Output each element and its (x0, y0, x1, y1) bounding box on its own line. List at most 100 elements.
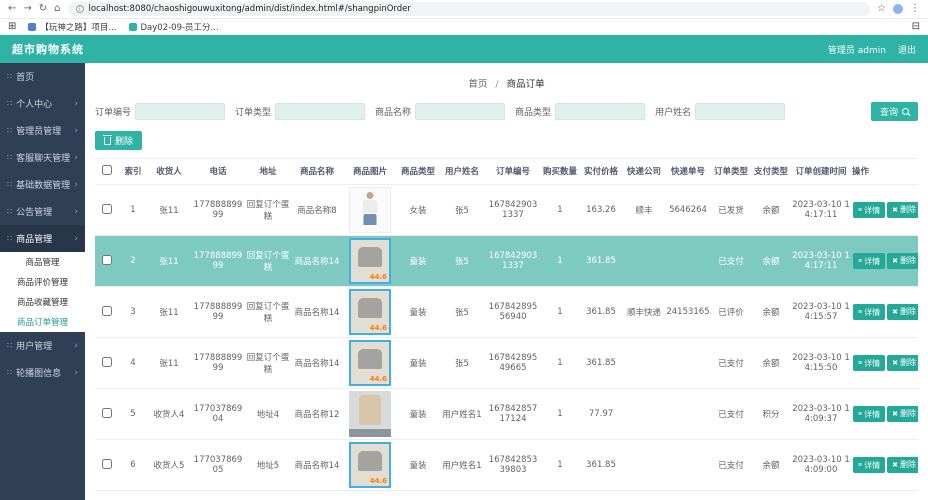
sidebar-item[interactable]: ∷轮播图信息› (0, 359, 85, 386)
cell-order-type: 已支付 (711, 236, 751, 287)
sidebar-item[interactable]: ∷用户管理› (0, 332, 85, 359)
cell-index: 6 (119, 440, 147, 491)
search-field-group: 商品名称 (375, 103, 505, 120)
cell-address: 回复订个蛋糕 (245, 185, 291, 236)
delete-button[interactable]: ✖删除 (887, 457, 918, 473)
cell-order-type: 已支付 (711, 389, 751, 440)
delete-button[interactable]: ✖删除 (887, 304, 918, 320)
breadcrumb-home[interactable]: 首页 (468, 79, 487, 90)
bookmark-star-icon[interactable]: ☆ (877, 4, 886, 14)
menu-grid-icon: ∷ (7, 341, 12, 350)
sidebar-item[interactable]: ∷个人中心› (0, 90, 85, 117)
column-header: 实付价格 (579, 159, 623, 185)
search-field-group: 订单类型 (235, 103, 365, 120)
cell-user-name: 用户姓名1 (439, 440, 485, 491)
search-field-label: 订单类型 (235, 105, 271, 118)
row-checkbox[interactable] (102, 204, 112, 214)
product-image[interactable] (349, 391, 391, 437)
search-input[interactable] (695, 103, 785, 120)
browser-menu-icon[interactable]: ⋮ (910, 4, 920, 14)
sidebar-subitem[interactable]: 商品管理 (0, 252, 85, 272)
menu-grid-icon: ∷ (7, 234, 12, 243)
logout-button[interactable]: 退出 (898, 43, 916, 56)
sidebar-item[interactable]: ∷首页 (0, 63, 85, 90)
sidebar-item[interactable]: ∷公告管理› (0, 198, 85, 225)
search-input[interactable] (135, 103, 225, 120)
search-input[interactable] (275, 103, 365, 120)
column-header: 购买数量 (541, 159, 579, 185)
cell-product-name: 商品名称12 (291, 389, 343, 440)
detail-button[interactable]: ≡详情 (853, 304, 885, 320)
back-icon[interactable]: ← (8, 4, 16, 14)
delete-button[interactable]: 删除 (95, 131, 142, 150)
cell-product-type: 童装 (397, 440, 439, 491)
delete-button[interactable]: ✖删除 (887, 355, 918, 371)
search-input[interactable] (415, 103, 505, 120)
reading-list-icon[interactable]: ⊟ (912, 22, 920, 32)
refresh-icon[interactable]: ↻ (39, 4, 47, 14)
product-image[interactable] (349, 238, 391, 284)
sidebar-subitem[interactable]: 商品收藏管理 (0, 292, 85, 312)
chevron-right-icon: › (74, 234, 78, 244)
cell-created: 2023-03-10 14:15:57 (791, 287, 851, 338)
main-content: 首页 / 商品订单 订单编号订单类型商品名称商品类型用户姓名 查询 删除 索引收… (85, 63, 928, 500)
bookmarks-bar: ⊞ 【玩神之路】项目... Day02-09-员工分... ⊟ (0, 19, 928, 35)
detail-button[interactable]: ≡详情 (853, 355, 885, 371)
row-checkbox[interactable] (102, 357, 112, 367)
cell-order-no: 16784289549665 (485, 338, 541, 389)
detail-button[interactable]: ≡详情 (853, 406, 885, 422)
sidebar-item[interactable]: ∷管理员管理› (0, 117, 85, 144)
forward-icon[interactable]: → (23, 4, 31, 14)
chevron-right-icon: › (74, 368, 78, 378)
cell-created: 2023-03-10 14:09:37 (791, 389, 851, 440)
trash-icon: ✖ (892, 308, 898, 316)
sidebar-item[interactable]: ∷客服聊天管理› (0, 144, 85, 171)
list-icon: ≡ (858, 207, 862, 214)
cell-express-company (623, 440, 665, 491)
order-table-body: 1张1117788889999回复订个蛋糕商品名称8女装张51678429031… (95, 185, 918, 491)
cell-phone: 17788889999 (191, 287, 245, 338)
delete-button[interactable]: ✖删除 (887, 202, 918, 218)
product-image[interactable] (349, 187, 391, 233)
product-image[interactable] (349, 289, 391, 335)
search-input[interactable] (555, 103, 645, 120)
row-checkbox[interactable] (102, 306, 112, 316)
product-image[interactable] (349, 340, 391, 386)
detail-button[interactable]: ≡详情 (853, 253, 885, 269)
home-icon[interactable]: ⌂ (54, 4, 60, 14)
site-info-icon[interactable]: i (76, 5, 84, 13)
search-button[interactable]: 查询 (871, 102, 918, 121)
sidebar-subitem[interactable]: 商品评价管理 (0, 272, 85, 292)
sidebar-item[interactable]: ∷基础数据管理› (0, 171, 85, 198)
profile-avatar[interactable] (893, 4, 903, 14)
sidebar-subitem[interactable]: 商品订单管理 (0, 312, 85, 332)
detail-button[interactable]: ≡详情 (853, 457, 885, 473)
cell-product-name: 商品名称14 (291, 236, 343, 287)
cell-product-type: 女装 (397, 185, 439, 236)
select-all-checkbox[interactable] (102, 165, 112, 175)
cell-phone: 17788889999 (191, 236, 245, 287)
cell-price: 163.26 (579, 185, 623, 236)
detail-button[interactable]: ≡详情 (853, 202, 885, 218)
row-checkbox[interactable] (102, 255, 112, 265)
delete-button[interactable]: ✖删除 (887, 406, 918, 422)
delete-button[interactable]: ✖删除 (887, 253, 918, 269)
cell-express-no (665, 440, 711, 491)
cell-created: 2023-03-10 14:17:11 (791, 236, 851, 287)
trash-icon: ✖ (892, 206, 898, 214)
sidebar-item[interactable]: ∷商品管理› (0, 225, 85, 252)
apps-grid-icon[interactable]: ⊞ (8, 22, 16, 32)
row-checkbox[interactable] (102, 459, 112, 469)
row-checkbox[interactable] (102, 408, 112, 418)
address-bar[interactable]: i localhost:8080/chaoshigouwuxitong/admi… (68, 2, 871, 16)
cell-qty: 1 (541, 440, 579, 491)
cell-product-name: 商品名称14 (291, 338, 343, 389)
product-image[interactable] (349, 442, 391, 488)
trash-icon: ✖ (892, 257, 898, 265)
bookmark-item[interactable]: 【玩神之路】项目... (28, 21, 116, 33)
bookmark-item[interactable]: Day02-09-员工分... (129, 21, 219, 33)
column-header: 收货人 (147, 159, 191, 185)
search-field-label: 订单编号 (95, 105, 131, 118)
cell-index: 5 (119, 389, 147, 440)
cell-product-type: 童装 (397, 389, 439, 440)
